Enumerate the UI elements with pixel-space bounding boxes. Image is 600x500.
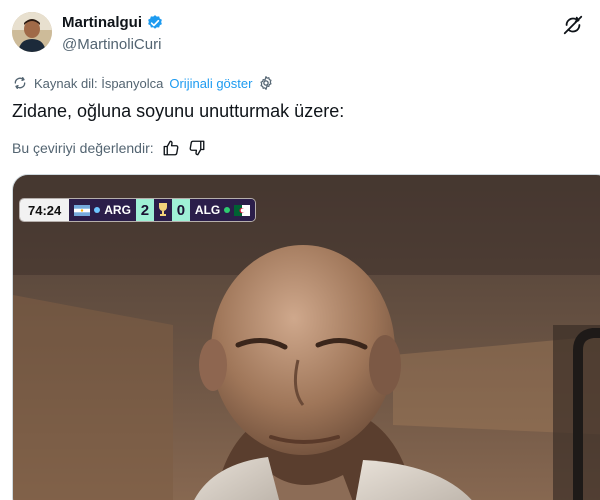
user-handle[interactable]: @MartinoliCuri — [62, 35, 164, 55]
translate-icon — [12, 75, 28, 91]
translate-off-icon[interactable] — [562, 14, 584, 36]
scoreboard-overlay: 74:24 ARG 2 0 ALG — [20, 199, 256, 221]
avatar[interactable] — [12, 12, 52, 52]
away-team-name: ALG — [194, 203, 221, 217]
trophy-icon — [153, 199, 172, 221]
home-team: ARG — [69, 199, 136, 221]
verified-badge-icon — [146, 14, 164, 32]
rate-translation-label: Bu çeviriyi değerlendir: — [12, 140, 154, 156]
argentina-flag-icon — [74, 204, 91, 216]
home-score: 2 — [135, 199, 154, 221]
match-clock: 74:24 — [20, 199, 70, 221]
home-team-name: ARG — [104, 203, 131, 217]
translation-info: Kaynak dil: İspanyolca Orijinali göster — [12, 75, 274, 91]
tweet-header: Martinalgui @MartinoliCuri — [12, 12, 588, 60]
tweet-text: Zidane, oğluna soyunu unutturmak üzere: — [12, 101, 345, 121]
thumbs-down-icon[interactable] — [188, 139, 206, 157]
rate-translation: Bu çeviriyi değerlendir: — [12, 139, 206, 157]
display-name[interactable]: Martinalgui — [62, 14, 142, 32]
source-language-label: Kaynak dil: İspanyolca — [34, 75, 164, 91]
gear-icon[interactable] — [258, 75, 274, 91]
show-original-link[interactable]: Orijinali göster — [169, 76, 252, 91]
user-names: Martinalgui @MartinoliCuri — [62, 14, 164, 55]
tweet-media-photo[interactable]: 74:24 ARG 2 0 ALG — [12, 174, 600, 500]
media-photo — [13, 175, 600, 500]
display-name-row: Martinalgui — [62, 14, 164, 32]
away-dot-icon — [224, 207, 231, 213]
away-score: 0 — [171, 199, 190, 221]
away-team: ALG — [189, 199, 256, 221]
thumbs-up-icon[interactable] — [162, 139, 180, 157]
algeria-flag-icon — [234, 204, 251, 216]
home-dot-icon — [94, 207, 101, 213]
